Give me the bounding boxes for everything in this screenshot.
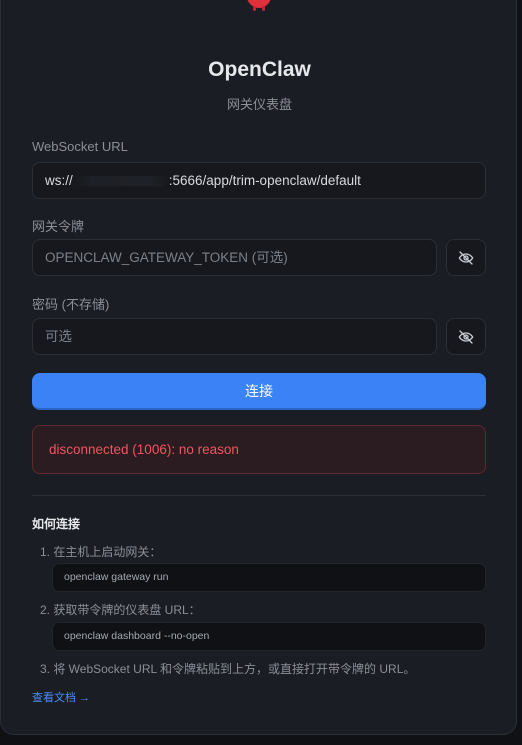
token-visibility-toggle[interactable] — [446, 239, 486, 276]
ws-url-label: WebSocket URL — [32, 139, 128, 154]
ws-url-input[interactable]: ws:// :5666/app/trim-openclaw/default — [32, 162, 486, 199]
login-card: OpenClaw 网关仪表盘 WebSocket URL ws:// :5666/… — [0, 0, 517, 735]
ws-url-prefix: ws:// — [45, 173, 73, 188]
eye-off-icon — [458, 250, 474, 265]
code-gateway-run[interactable]: openclaw gateway run — [52, 563, 486, 592]
step-2: 2. 获取带令牌的仪表盘 URL： — [40, 603, 201, 617]
lobster-logo-icon — [247, 0, 271, 11]
howto-title: 如何连接 — [32, 517, 81, 531]
token-input[interactable]: OPENCLAW_GATEWAY_TOKEN (可选) — [32, 239, 437, 276]
step-1: 1. 在主机上启动网关： — [40, 545, 162, 559]
step-3: 3. 将 WebSocket URL 和令牌粘贴到上方，或直接打开带令牌的 UR… — [40, 662, 416, 676]
password-label: 密码 (不存储) — [32, 297, 110, 312]
docs-link[interactable]: 查看文档 → — [32, 689, 90, 705]
password-visibility-toggle[interactable] — [446, 318, 486, 355]
divider — [32, 495, 486, 496]
connect-button[interactable]: 连接 — [32, 373, 486, 410]
token-label: 网关令牌 — [32, 219, 85, 234]
app-title: OpenClaw — [208, 58, 311, 81]
ws-url-suffix: :5666/app/trim-openclaw/default — [168, 173, 361, 188]
redacted-host — [72, 176, 169, 187]
eye-off-icon — [458, 329, 474, 344]
app-subtitle: 网关仪表盘 — [226, 97, 292, 112]
password-input[interactable]: 可选 — [32, 318, 437, 355]
code-dashboard[interactable]: openclaw dashboard --no-open — [52, 622, 486, 651]
error-banner: disconnected (1006): no reason — [32, 425, 486, 474]
